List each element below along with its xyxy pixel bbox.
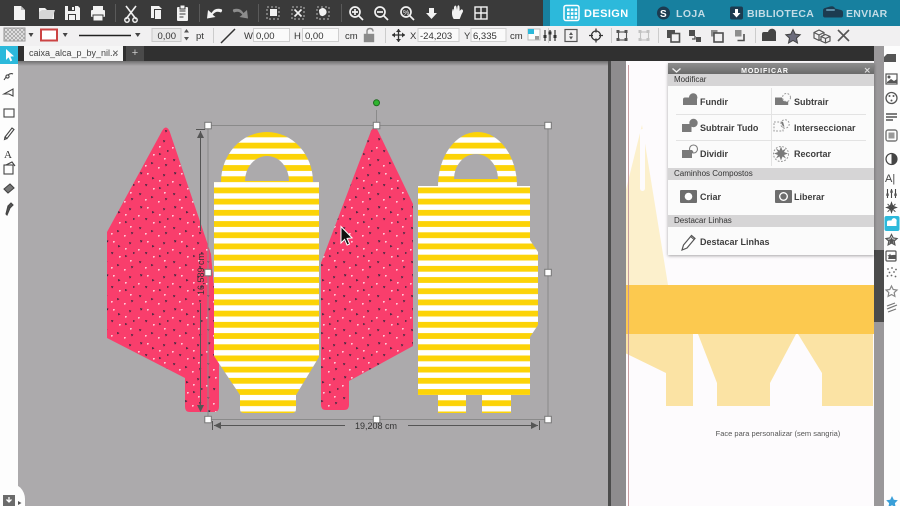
svg-text:ENVIAR: ENVIAR — [846, 8, 888, 20]
svg-text:pt: pt — [196, 31, 204, 42]
svg-text:S: S — [660, 9, 667, 20]
svg-text:0,00: 0,00 — [305, 31, 324, 42]
svg-text:%: % — [403, 10, 409, 17]
svg-text:Subtrair: Subtrair — [794, 97, 829, 107]
svg-text:Recortar: Recortar — [794, 149, 832, 159]
svg-text:6,335: 6,335 — [473, 31, 497, 42]
svg-text:DESIGN: DESIGN — [584, 8, 629, 20]
svg-text:Face para personalizar (sem sa: Face para personalizar (sem sangria) — [716, 429, 841, 438]
svg-text:Y: Y — [464, 31, 471, 42]
svg-text:Liberar: Liberar — [794, 192, 825, 202]
svg-text:Fundir: Fundir — [700, 97, 728, 107]
svg-text:X: X — [410, 31, 417, 42]
svg-text:Destacar Linhas: Destacar Linhas — [700, 237, 770, 247]
svg-text:Interseccionar: Interseccionar — [794, 123, 856, 133]
svg-text:LOJA: LOJA — [676, 8, 706, 20]
svg-text:Criar: Criar — [700, 192, 722, 202]
svg-text:Dividir: Dividir — [700, 149, 729, 159]
svg-text:BIBLIOTECA: BIBLIOTECA — [747, 8, 814, 20]
svg-text:cm: cm — [510, 31, 523, 42]
svg-text:cm: cm — [345, 31, 358, 42]
svg-text:0,00: 0,00 — [256, 31, 275, 42]
svg-text:W: W — [244, 31, 253, 42]
svg-text:0,00: 0,00 — [158, 31, 177, 42]
svg-text:A|: A| — [885, 173, 895, 185]
svg-text:H: H — [294, 31, 301, 42]
svg-text:A: A — [4, 149, 12, 161]
svg-text:Subtrair Tudo: Subtrair Tudo — [700, 123, 759, 133]
svg-text:-24,203: -24,203 — [420, 31, 452, 42]
